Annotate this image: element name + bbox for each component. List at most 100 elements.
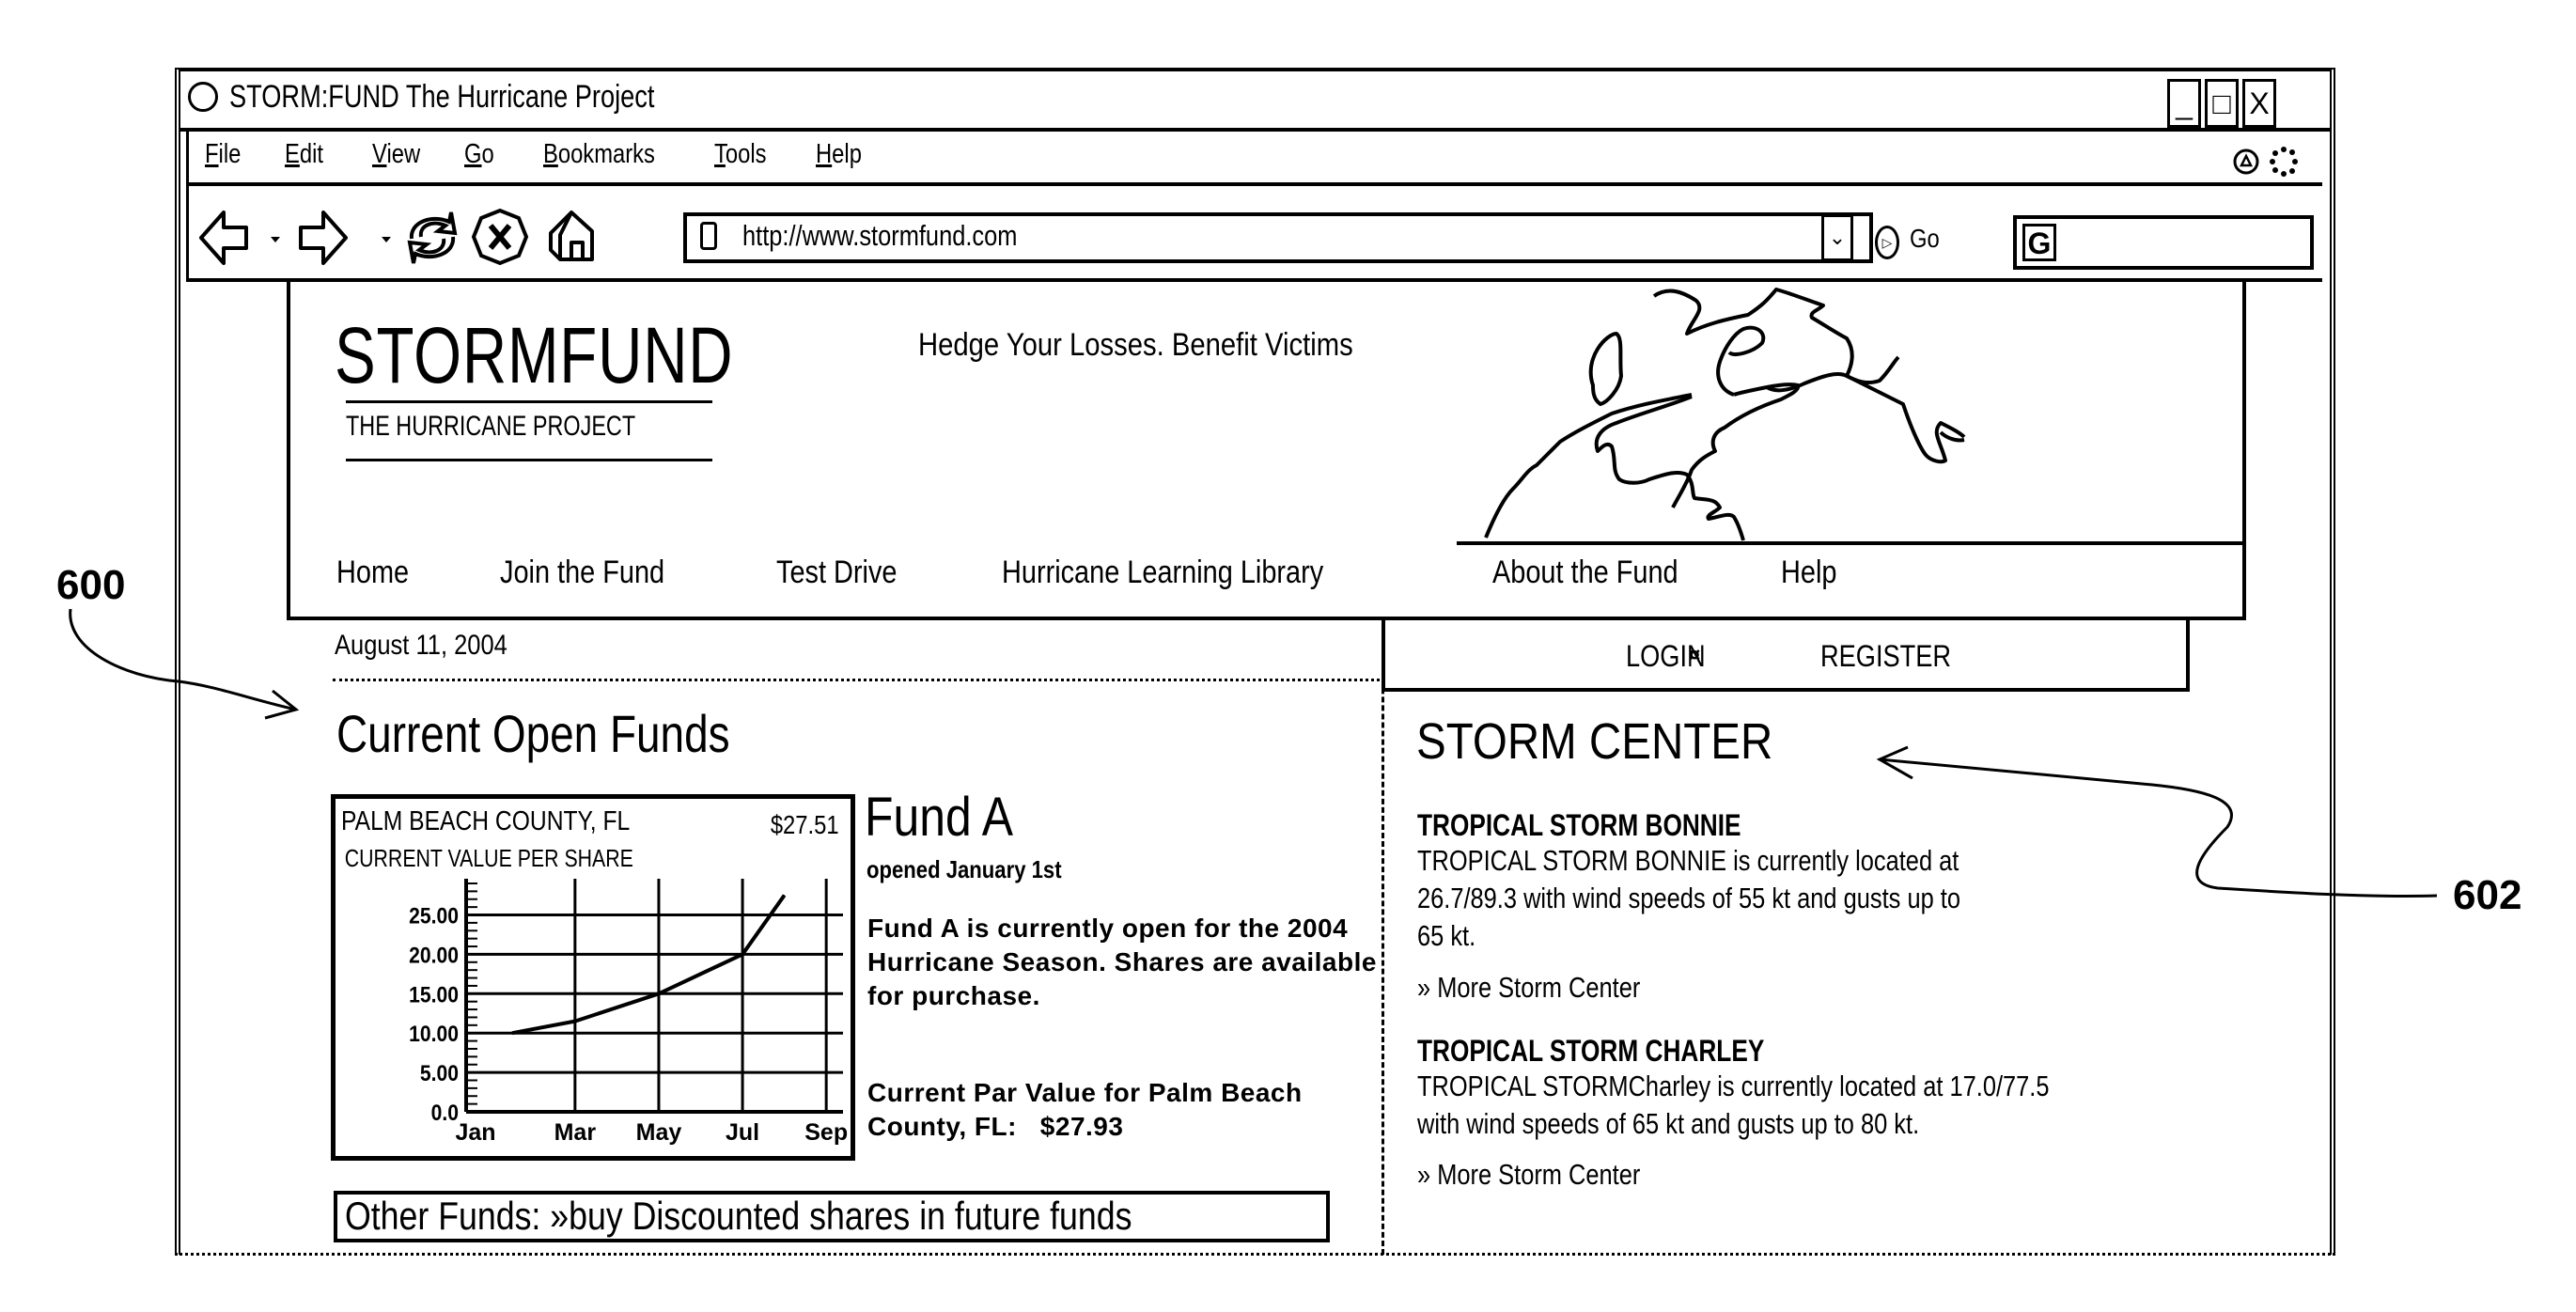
site-logo[interactable]: STORMFUND [335,310,733,401]
menu-tools-mnemonic: T [714,139,726,169]
menu-view[interactable]: View [372,139,420,170]
login-register-bar [1382,617,2190,692]
other-funds-label: Other Funds: [345,1194,541,1238]
url-input[interactable]: http://www.stormfund.com [742,219,1017,253]
fund-description: Fund A is currently open for the 2004 Hu… [867,914,1377,1010]
chart-title: PALM BEACH COUNTY, FL [341,805,630,836]
par-value-amount: $27.93 [1039,1112,1124,1141]
storm-line: 26.7/89.3 with wind speeds of 55 kt and … [1417,882,1960,914]
header-map-illustration [1484,288,1966,541]
chart-subtitle: CURRENT VALUE PER SHARE [345,845,633,873]
menu-edit-mnemonic: E [285,139,300,169]
menu-bookmarks-label: ookmarks [557,139,655,169]
menu-edit-label: dit [299,139,323,169]
date-divider [333,679,1380,681]
window-bottom-edge [175,1253,2335,1256]
menu-file[interactable]: File [205,139,241,170]
storm-line: 65 kt. [1417,919,1476,952]
nav-hurricane-learning-library[interactable]: Hurricane Learning Library [1002,554,1323,591]
menu-help-mnemonic: H [816,139,833,169]
data-point [658,992,660,994]
menu-view-label: iew [386,139,421,169]
x-tick-label: May [636,1119,682,1146]
go-icon[interactable]: ▷ [1875,226,1899,259]
y-tick-label: 15.00 [409,982,459,1007]
nav-help[interactable]: Help [1781,554,1836,591]
site-tagline: Hedge Your Losses. Benefit Victims [918,327,1353,363]
forward-dropdown-icon[interactable] [382,237,391,242]
menu-go-label: o [481,139,494,169]
fund-par-value: Current Par Value for Palm Beach County,… [867,1076,1394,1144]
throbber-icon [2270,147,2298,177]
go-button[interactable]: Go [1910,224,1940,254]
buy-discounted-shares-link[interactable]: »buy Discounted shares in future funds [550,1194,1132,1238]
search-input[interactable] [2013,215,2314,270]
nav-home[interactable]: Home [336,554,409,591]
nav-about-the-fund[interactable]: About the Fund [1492,554,1678,591]
menubar-icons [2233,147,2298,177]
nav-test-drive[interactable]: Test Drive [776,554,897,591]
storm-center-heading: STORM CENTER [1416,713,1773,770]
chart-current-value: $27.51 [771,809,839,839]
menu-file-mnemonic: F [205,139,219,169]
reference-label-602: 602 [2453,872,2522,918]
menu-tools[interactable]: Tools [714,139,767,170]
fund-value-chart: PALM BEACH COUNTY, FL $27.51 CURRENT VAL… [341,805,848,1146]
menu-go-mnemonic: G [464,139,482,169]
storm-name-charley: TROPICAL STORM CHARLEY [1417,1034,1765,1068]
y-tick-label: 25.00 [409,903,459,929]
minimize-button[interactable]: _ [2167,79,2201,128]
toolbar-icons [199,208,594,266]
menu-help[interactable]: Help [816,139,862,170]
back-icon[interactable] [199,211,248,265]
x-tick-label: Jan [455,1119,495,1146]
storm-description-bonnie: TROPICAL STORM BONNIE is currently locat… [1417,842,1960,955]
address-dropdown-button[interactable]: ⌄ [1821,214,1853,261]
stop-icon[interactable] [471,208,529,266]
menu-tools-label: ools [725,139,767,169]
data-point [511,1032,513,1034]
current-date: August 11, 2004 [335,630,507,661]
nav-join-the-fund[interactable]: Join the Fund [500,554,664,591]
more-storm-center-link[interactable]: » More Storm Center [1417,1158,1640,1192]
back-dropdown-icon[interactable] [271,237,280,242]
current-open-funds-heading: Current Open Funds [336,704,730,763]
menu-bookmarks-mnemonic: B [543,139,558,169]
menu-file-label: ile [218,139,242,169]
home-icon[interactable] [549,211,594,261]
close-button[interactable]: X [2242,79,2276,128]
fund-name[interactable]: Fund A [865,786,1013,849]
storm-line: with wind speeds of 65 kt and gusts up t… [1417,1107,1920,1140]
storm-line: TROPICAL STORMCharley is currently locat… [1417,1070,2050,1102]
data-point [742,953,743,955]
data-point [784,895,786,897]
menu-bookmarks[interactable]: Bookmarks [543,139,655,170]
other-funds-bar: Other Funds: »buy Discounted shares in f… [334,1191,1330,1242]
menu-view-mnemonic: V [372,139,387,169]
eject-icon [2233,148,2259,175]
more-storm-center-link[interactable]: » More Storm Center [1417,971,1640,1005]
reference-label-600: 600 [56,562,126,608]
maximize-button[interactable]: □ [2205,79,2239,128]
site-subtitle: THE HURRICANE PROJECT [346,411,636,442]
menu-go[interactable]: Go [464,139,494,170]
data-point [574,1021,576,1023]
y-tick-label: 5.00 [420,1061,459,1086]
register-link[interactable]: REGISTER [1820,639,1951,674]
nav-divider [1457,541,2246,545]
reload-icon[interactable] [407,211,458,264]
page-icon [700,222,717,250]
storm-description-charley: TROPICAL STORMCharley is currently locat… [1417,1068,2049,1143]
menu-edit[interactable]: Edit [285,139,323,170]
window-title: STORM:FUND The Hurricane Project [229,79,655,115]
storm-name-bonnie: TROPICAL STORM BONNIE [1417,808,1741,842]
y-tick-label: 10.00 [409,1022,459,1047]
forward-icon[interactable] [299,211,348,265]
search-engine-icon[interactable]: G [2022,224,2056,261]
storm-line: TROPICAL STORM BONNIE is currently locat… [1417,844,1959,877]
menu-bar [186,132,2322,186]
app-icon [188,82,218,112]
logo-rule [346,400,712,403]
x-tick-label: Jul [726,1119,759,1146]
login-separator: ¤ [1689,643,1701,666]
